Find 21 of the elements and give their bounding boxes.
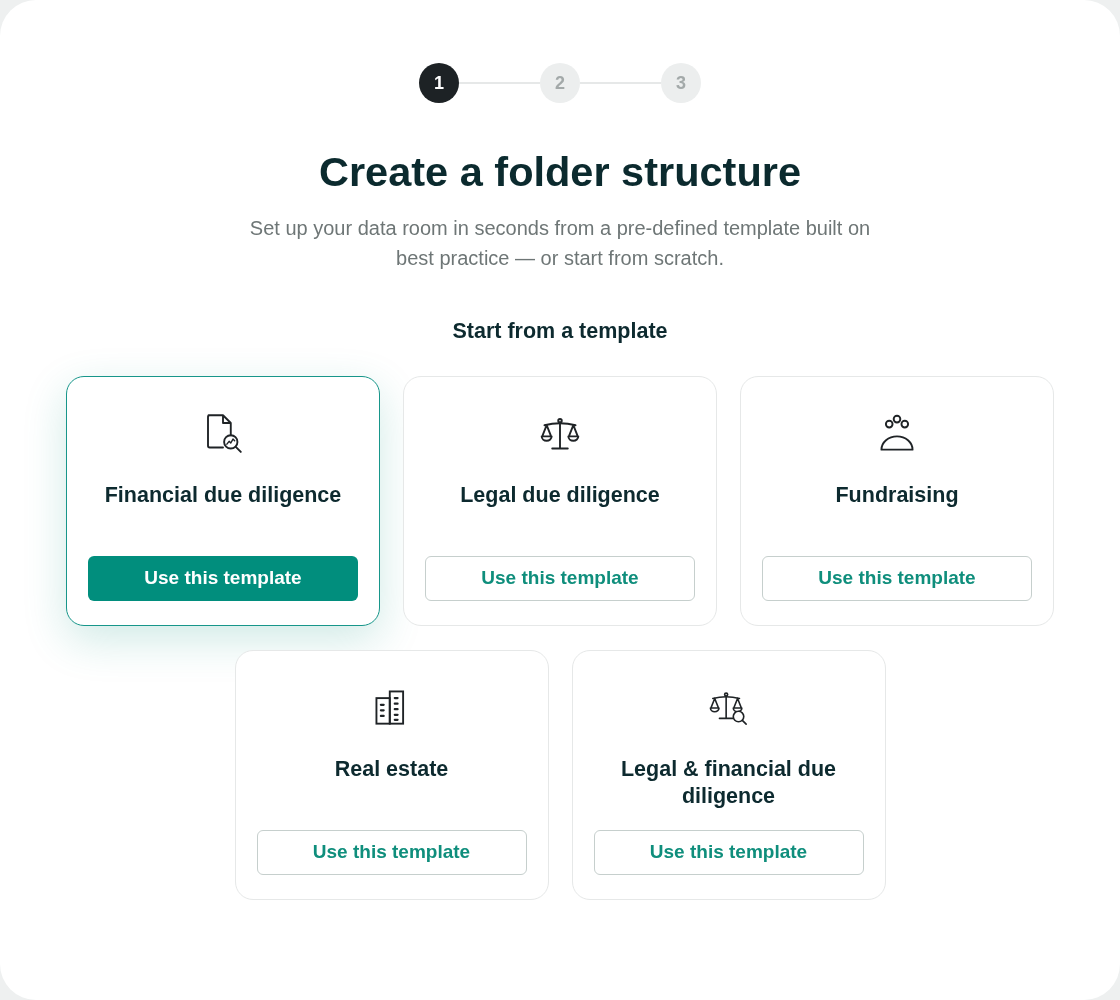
step-indicator: 3 <box>661 63 701 103</box>
step-indicator: 1 <box>419 63 459 103</box>
template-title: Legal & financial due diligence <box>619 756 837 810</box>
use-template-button[interactable]: Use this template <box>88 556 358 601</box>
step-indicator: 2 <box>540 63 580 103</box>
use-template-button[interactable]: Use this template <box>593 830 864 875</box>
use-template-button[interactable]: Use this template <box>762 556 1032 601</box>
template-card[interactable]: Financial due diligence Use this template <box>66 376 380 626</box>
page-subtitle: Set up your data room in seconds from a pre-defined template built on best practice — or start from scratch. <box>248 216 872 271</box>
template-title: Fundraising <box>834 482 960 509</box>
template-title: Legal due diligence <box>459 482 661 509</box>
template-card[interactable]: Real estate Use this template <box>234 650 549 900</box>
section-title: Start from a template <box>452 318 668 345</box>
template-card[interactable]: Legal due diligence Use this template <box>403 376 717 626</box>
template-title: Real estate <box>333 756 450 783</box>
page-title: Create a folder structure <box>319 148 801 196</box>
use-template-button[interactable]: Use this template <box>425 556 695 601</box>
template-card[interactable]: Legal & financial due diligence Use this template <box>571 650 886 900</box>
template-title: Financial due diligence <box>103 482 343 509</box>
use-template-button[interactable]: Use this template <box>256 830 527 875</box>
template-card[interactable]: Fundraising Use this template <box>740 376 1054 626</box>
